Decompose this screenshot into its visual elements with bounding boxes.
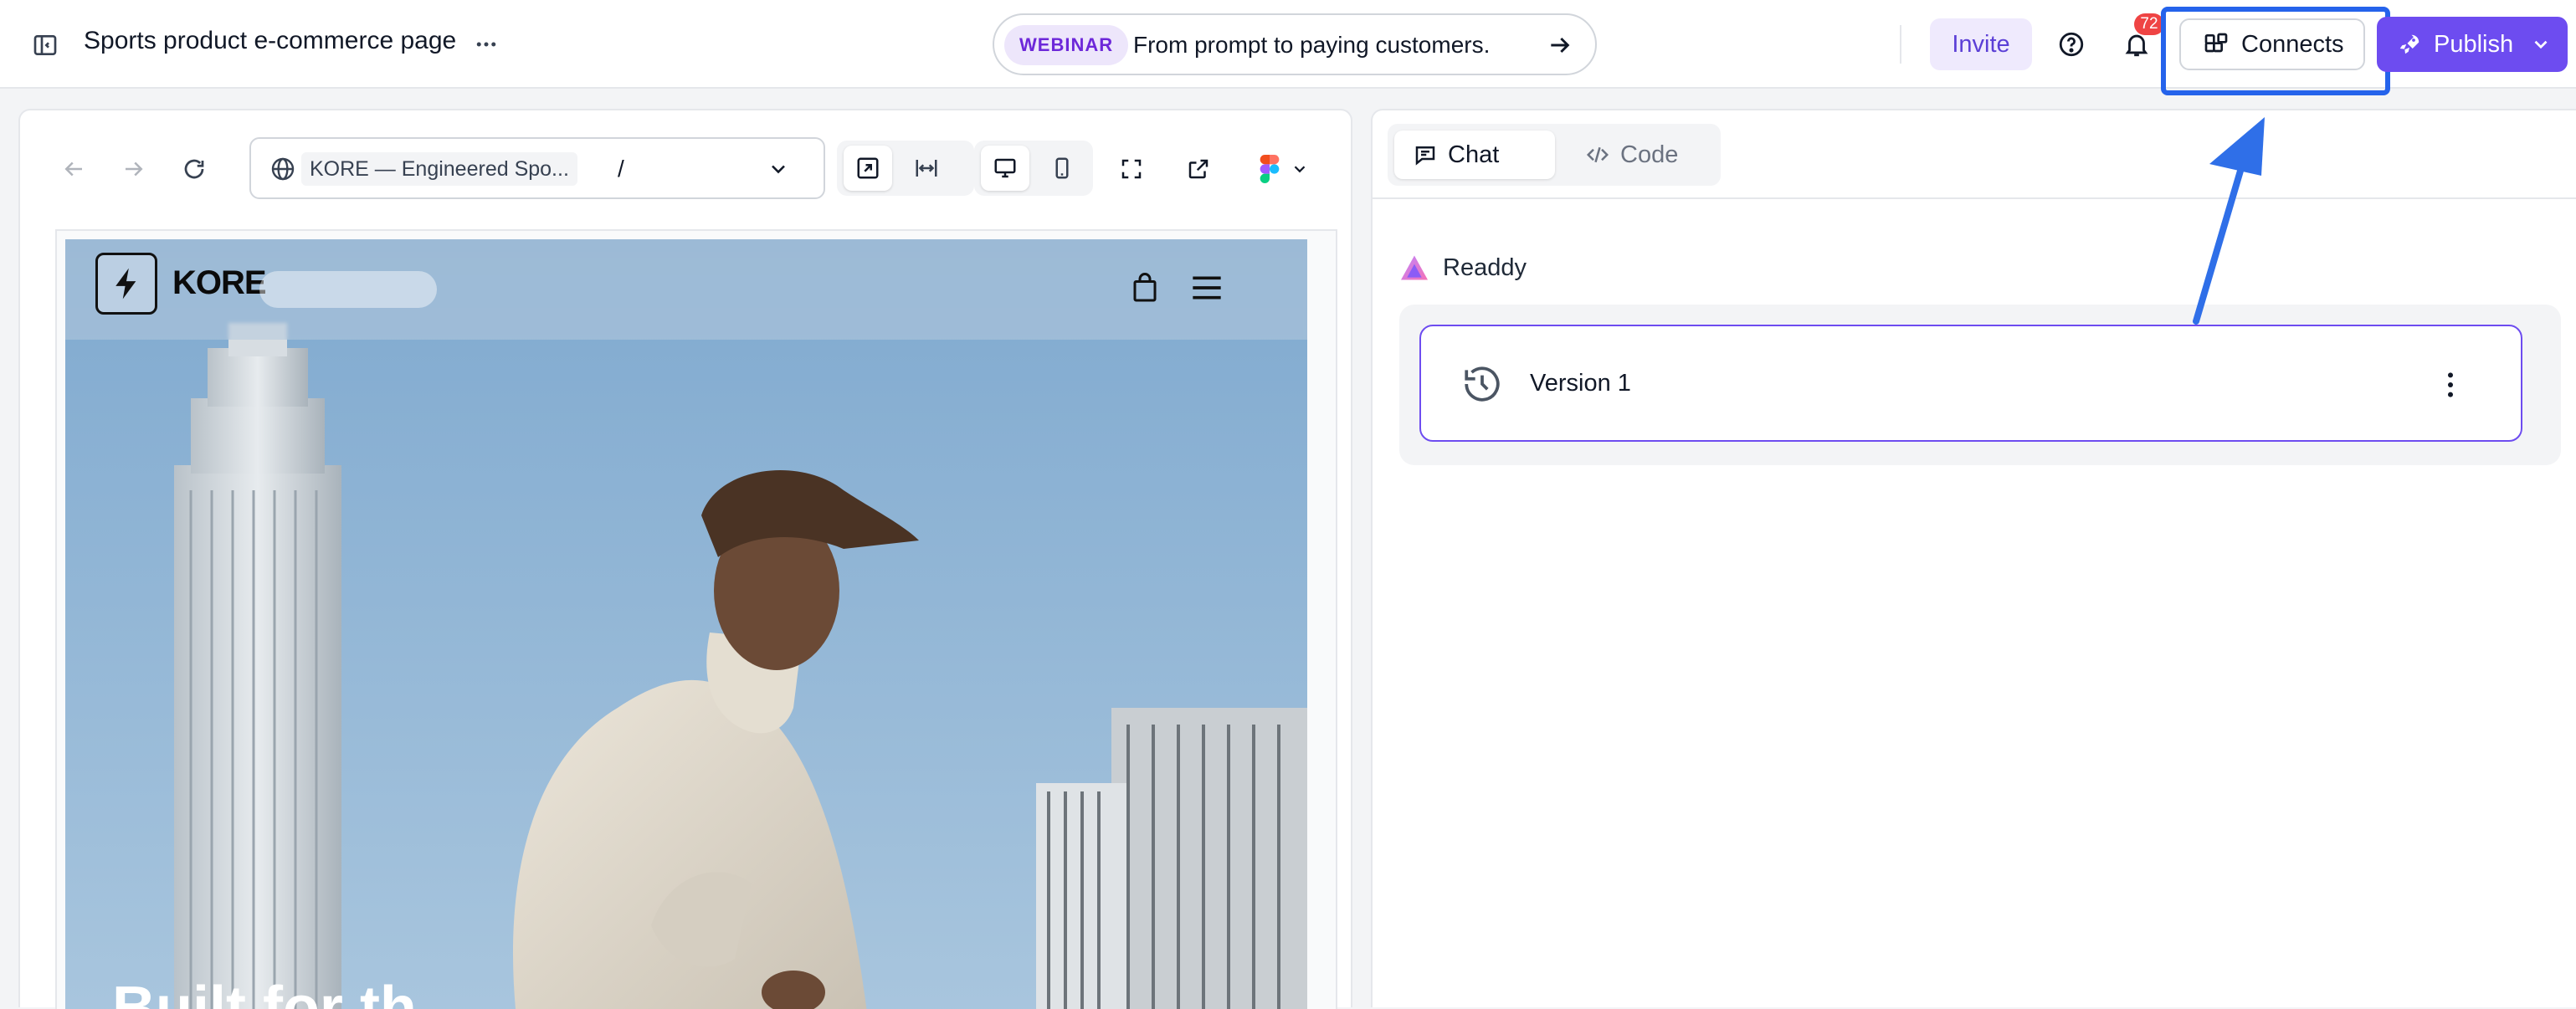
tab-code-label: Code xyxy=(1620,141,1679,168)
url-site-chip: KORE — Engineered Spo... xyxy=(301,152,577,186)
readdy-logo-icon xyxy=(1399,254,1429,281)
fullscreen-icon[interactable] xyxy=(1113,151,1150,187)
fit-width-icon[interactable] xyxy=(902,146,951,191)
tab-code[interactable]: Code xyxy=(1567,131,1709,179)
fit-expand-icon[interactable] xyxy=(844,146,892,191)
chevron-down-icon[interactable] xyxy=(767,157,790,181)
forward-icon[interactable] xyxy=(115,151,152,187)
agent-name: Readdy xyxy=(1443,254,1527,281)
hamburger-menu-icon[interactable] xyxy=(1190,273,1224,303)
top-bar: Sports product e-commerce page WEBINAR F… xyxy=(0,0,2576,95)
blurred-tag xyxy=(259,271,437,308)
version-card[interactable]: Version 1 xyxy=(1419,325,2522,442)
chat-panel: Chat Code Readdy Version 1 xyxy=(1371,109,2576,1007)
device-toggle xyxy=(974,141,1093,196)
chat-bubble-icon xyxy=(1413,142,1438,167)
figma-export-button[interactable] xyxy=(1250,151,1317,187)
hero-headline: Built for th xyxy=(112,975,417,1009)
tab-chat[interactable]: Chat xyxy=(1394,131,1555,179)
open-external-icon[interactable] xyxy=(1180,151,1217,187)
site-preview[interactable]: KORE Built for th xyxy=(65,239,1307,1009)
panel-tabs: Chat Code xyxy=(1388,124,1721,186)
webinar-text: From prompt to paying customers. xyxy=(1133,32,1491,58)
mobile-icon[interactable] xyxy=(1038,146,1086,191)
publish-label: Publish xyxy=(2434,30,2514,58)
webinar-banner[interactable]: WEBINAR From prompt to paying customers. xyxy=(993,13,1597,75)
divider xyxy=(1900,25,1901,64)
sidebar-toggle-icon[interactable] xyxy=(25,25,65,65)
invite-button[interactable]: Invite xyxy=(1930,18,2032,70)
publish-button[interactable]: Publish xyxy=(2377,17,2568,72)
arrow-right-icon xyxy=(1547,32,1573,59)
lightning-logo-icon[interactable] xyxy=(95,253,157,315)
site-brand[interactable]: KORE xyxy=(172,264,267,302)
divider xyxy=(1373,197,2576,199)
kebab-menu-icon[interactable] xyxy=(2434,368,2467,402)
figma-icon xyxy=(1259,155,1280,183)
reload-icon[interactable] xyxy=(176,151,213,187)
tab-chat-label: Chat xyxy=(1448,141,1500,168)
help-icon[interactable] xyxy=(2052,25,2091,64)
site-preview-viewport: KORE Built for th xyxy=(55,229,1337,1009)
more-options-icon[interactable] xyxy=(469,27,504,62)
desktop-icon[interactable] xyxy=(981,146,1029,191)
shopping-bag-icon[interactable] xyxy=(1130,271,1160,305)
chevron-down-icon xyxy=(2530,33,2552,55)
back-icon[interactable] xyxy=(55,151,92,187)
highlight-annotation-box xyxy=(2161,7,2390,95)
webinar-badge: WEBINAR xyxy=(1004,25,1129,65)
version-label: Version 1 xyxy=(1530,370,1631,397)
chevron-down-icon xyxy=(1291,160,1309,178)
hero-image xyxy=(65,239,1307,1009)
rocket-icon xyxy=(2397,32,2422,57)
fit-mode-toggle xyxy=(837,141,974,196)
preview-panel: KORE — Engineered Spo... / KORE Built fo… xyxy=(18,109,1352,1009)
url-path: / xyxy=(618,156,624,182)
globe-icon xyxy=(269,156,296,182)
code-icon xyxy=(1585,142,1610,167)
url-bar[interactable]: KORE — Engineered Spo... / xyxy=(249,137,825,199)
site-navbar: KORE xyxy=(65,239,1307,340)
history-icon xyxy=(1461,363,1503,405)
notification-badge: 72 xyxy=(2134,13,2164,35)
project-title[interactable]: Sports product e-commerce page xyxy=(84,27,456,55)
version-list: Version 1 xyxy=(1399,305,2561,465)
